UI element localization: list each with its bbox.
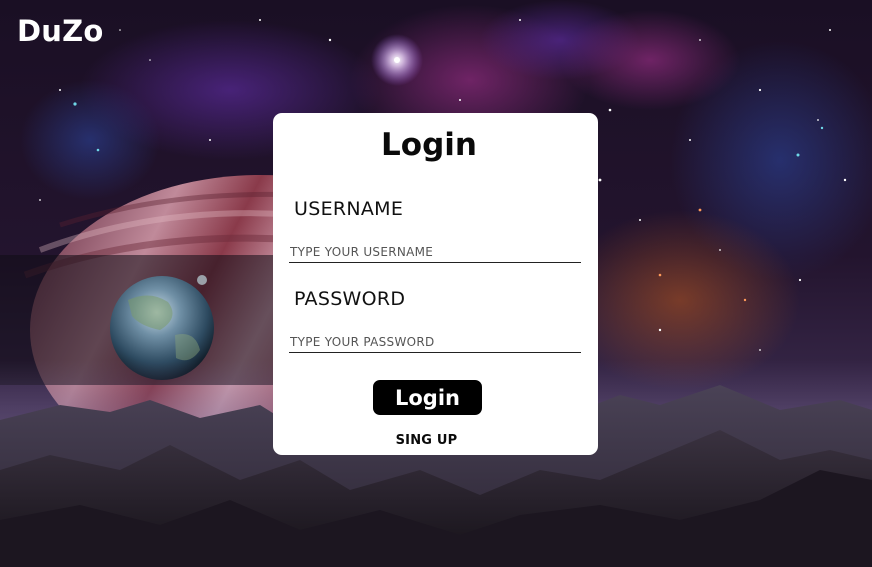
login-card: Login USERNAME PASSWORD Login SING UP — [273, 113, 598, 455]
signup-link[interactable]: SING UP — [273, 433, 580, 448]
brand-logo: DuZo — [17, 14, 104, 48]
username-label: USERNAME — [294, 198, 404, 220]
login-button[interactable]: Login — [373, 380, 482, 415]
login-title: Login — [381, 127, 477, 163]
password-label: PASSWORD — [294, 288, 406, 310]
password-input[interactable] — [289, 331, 581, 353]
username-input[interactable] — [289, 241, 581, 263]
